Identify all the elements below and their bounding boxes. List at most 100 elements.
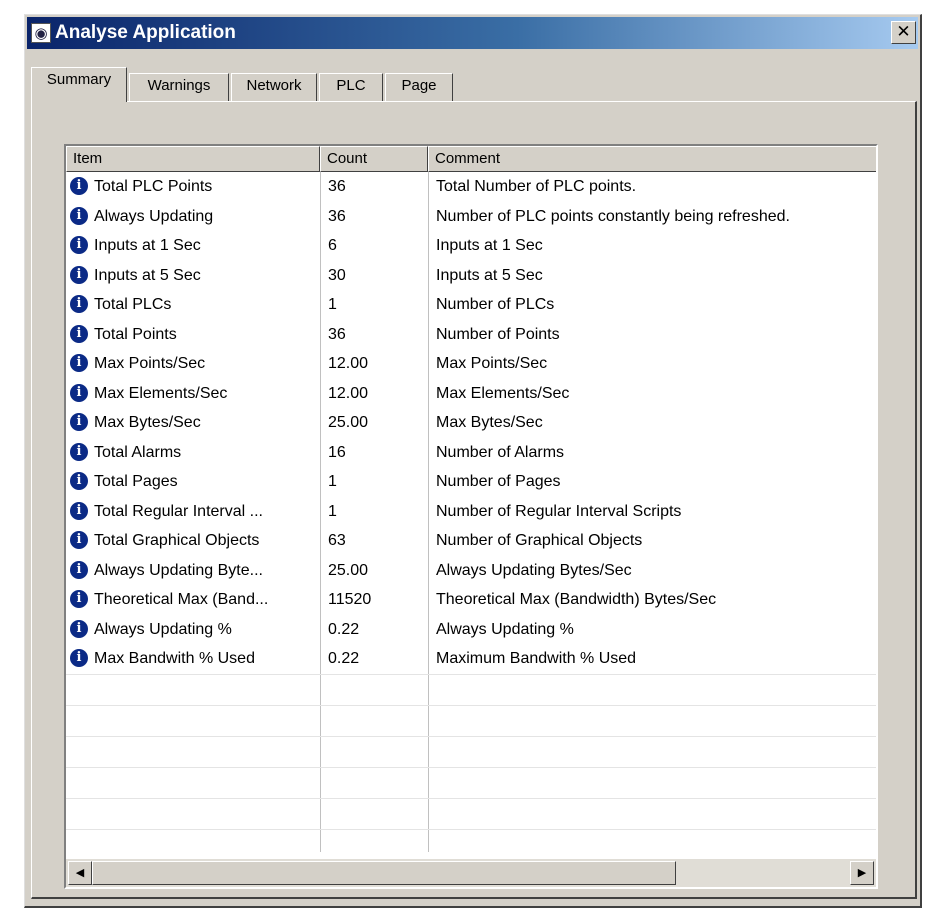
count-cell: 11520 xyxy=(328,591,372,608)
count-cell: 1 xyxy=(328,502,337,520)
table-row[interactable]: i Max Bandwith % Used 0.22 Maximum Bandwith… xyxy=(66,644,876,674)
empty-row-gridline xyxy=(66,828,876,830)
comment-cell: Always Updating % xyxy=(436,620,574,638)
table-row[interactable]: i Always Updating % 0.22 Always Updating % xyxy=(66,615,876,645)
empty-row-gridline xyxy=(66,673,876,675)
item-cell: Always Updating % xyxy=(94,620,232,638)
tab-summary[interactable]: Summary xyxy=(31,67,127,102)
info-icon: i xyxy=(70,649,88,667)
comment-cell: Max Points/Sec xyxy=(436,355,548,372)
comment-cell: Number of PLC points constantly being re… xyxy=(436,207,790,225)
count-cell: 0.22 xyxy=(328,620,360,638)
item-cell: Max Elements/Sec xyxy=(94,384,228,402)
horizontal-scrollbar[interactable]: ◀ ▶ xyxy=(66,859,876,887)
table-row[interactable]: i Max Bytes/Sec 25.00 Max Bytes/Sec xyxy=(66,408,876,438)
item-cell: Total Graphical Objects xyxy=(94,532,260,549)
comment-cell: Maximum Bandwith % Used xyxy=(436,650,637,667)
comment-cell: Number of Points xyxy=(436,325,560,343)
table-row[interactable]: i Total Alarms 16 Number of Alarms xyxy=(66,438,876,468)
table-row[interactable]: i Total Graphical Objects 63 Number of Grap… xyxy=(66,526,876,556)
count-cell: 36 xyxy=(328,178,346,195)
tab-label: PLC xyxy=(336,77,366,94)
comment-cell: Max Bytes/Sec xyxy=(436,414,543,431)
table-row[interactable]: i Total Points 36 Number of Points xyxy=(66,320,876,350)
item-cell: Total PLC Points xyxy=(94,178,213,195)
close-button[interactable]: ✕ xyxy=(891,21,916,44)
comment-cell: Max Elements/Sec xyxy=(436,384,570,402)
scroll-right-button[interactable]: ▶ xyxy=(850,861,874,885)
window-title: Analyse Application xyxy=(55,22,236,43)
tab-page[interactable]: Page xyxy=(385,73,453,101)
info-icon: i xyxy=(70,501,88,520)
table-row[interactable]: i Total PLCs 1 Number of PLCs xyxy=(66,290,876,320)
count-cell: 63 xyxy=(328,532,346,549)
tab-plc[interactable]: PLC xyxy=(319,73,383,101)
info-icon: i xyxy=(70,413,88,431)
comment-cell: Number of Graphical Objects xyxy=(436,532,643,549)
tab-network[interactable]: Network xyxy=(231,73,317,101)
info-icon: i xyxy=(70,442,88,461)
comment-cell: Number of PLCs xyxy=(436,296,555,313)
empty-row-gridline xyxy=(66,704,876,706)
table-row[interactable]: i Total Pages 1 Number of Pages xyxy=(66,467,876,497)
count-cell: 16 xyxy=(328,443,346,461)
list-rows: i Total PLC Points 36 Total Number of PLC p… xyxy=(66,172,876,674)
item-cell: Total Pages xyxy=(94,473,178,490)
table-row[interactable]: i Always Updating 36 Number of PLC points c… xyxy=(66,202,876,232)
list-header: Item Count Comment xyxy=(66,146,876,172)
table-row[interactable]: i Theoretical Max (Band... 11520 Theoretica… xyxy=(66,585,876,615)
info-icon: i xyxy=(70,265,88,284)
info-icon: i xyxy=(70,531,88,549)
title-bar[interactable]: ◉ Analyse Application ✕ xyxy=(27,17,918,49)
summary-tab-panel: Item Count Comment i Total PLC Points 36 To… xyxy=(31,101,917,899)
column-header-comment[interactable]: Comment xyxy=(428,146,876,172)
comment-cell: Inputs at 1 Sec xyxy=(436,237,543,254)
info-icon: i xyxy=(70,472,88,490)
info-icon: i xyxy=(70,354,88,372)
app-icon: ◉ xyxy=(31,23,51,43)
info-icon: i xyxy=(70,590,88,608)
comment-cell: Theoretical Max (Bandwidth) Bytes/Sec xyxy=(436,591,717,608)
summary-list-view[interactable]: Item Count Comment i Total PLC Points 36 To… xyxy=(64,144,878,889)
comment-cell: Inputs at 5 Sec xyxy=(436,266,543,284)
empty-row-gridline xyxy=(66,735,876,737)
scroll-thumb[interactable] xyxy=(92,861,676,885)
column-header-count[interactable]: Count xyxy=(320,146,428,172)
count-cell: 12.00 xyxy=(328,384,369,402)
empty-row-gridline xyxy=(66,766,876,768)
item-cell: Theoretical Max (Band... xyxy=(94,591,269,608)
scroll-left-button[interactable]: ◀ xyxy=(68,861,92,885)
count-cell: 25.00 xyxy=(328,561,369,579)
item-cell: Inputs at 5 Sec xyxy=(94,266,201,284)
count-cell: 12.00 xyxy=(328,355,369,372)
scroll-right-icon: ▶ xyxy=(857,866,867,879)
info-icon: i xyxy=(70,324,88,343)
info-icon: i xyxy=(70,206,88,225)
comment-cell: Total Number of PLC points. xyxy=(436,178,637,195)
table-row[interactable]: i Inputs at 1 Sec 6 Inputs at 1 Sec xyxy=(66,231,876,261)
column-header-item[interactable]: Item xyxy=(66,146,320,172)
tab-warnings[interactable]: Warnings xyxy=(129,73,229,101)
table-row[interactable]: i Total PLC Points 36 Total Number of PLC p… xyxy=(66,172,876,202)
table-row[interactable]: i Total Regular Interval ... 1 Number of Re… xyxy=(66,497,876,527)
comment-cell: Number of Regular Interval Scripts xyxy=(436,502,682,520)
count-cell: 30 xyxy=(328,266,346,284)
tab-label: Warnings xyxy=(147,77,211,94)
table-row[interactable]: i Max Elements/Sec 12.00 Max Elements/Sec xyxy=(66,379,876,409)
item-cell: Total Alarms xyxy=(94,443,182,461)
empty-row-gridline xyxy=(66,797,876,799)
info-icon: i xyxy=(70,236,88,254)
table-row[interactable]: i Always Updating Byte... 25.00 Always Upda… xyxy=(66,556,876,586)
item-cell: Max Points/Sec xyxy=(94,355,206,372)
scroll-left-icon: ◀ xyxy=(75,866,85,879)
info-icon: i xyxy=(70,619,88,638)
tab-label: Page xyxy=(401,77,437,94)
table-row[interactable]: i Inputs at 5 Sec 30 Inputs at 5 Sec xyxy=(66,261,876,291)
analyse-application-dialog: ◉ Analyse Application ✕ Summary Warnings… xyxy=(24,14,922,908)
count-cell: 6 xyxy=(328,237,337,254)
count-cell: 1 xyxy=(328,296,337,313)
table-row[interactable]: i Max Points/Sec 12.00 Max Points/Sec xyxy=(66,349,876,379)
comment-cell: Number of Pages xyxy=(436,473,561,490)
info-icon: i xyxy=(70,560,88,579)
count-cell: 0.22 xyxy=(328,650,360,667)
